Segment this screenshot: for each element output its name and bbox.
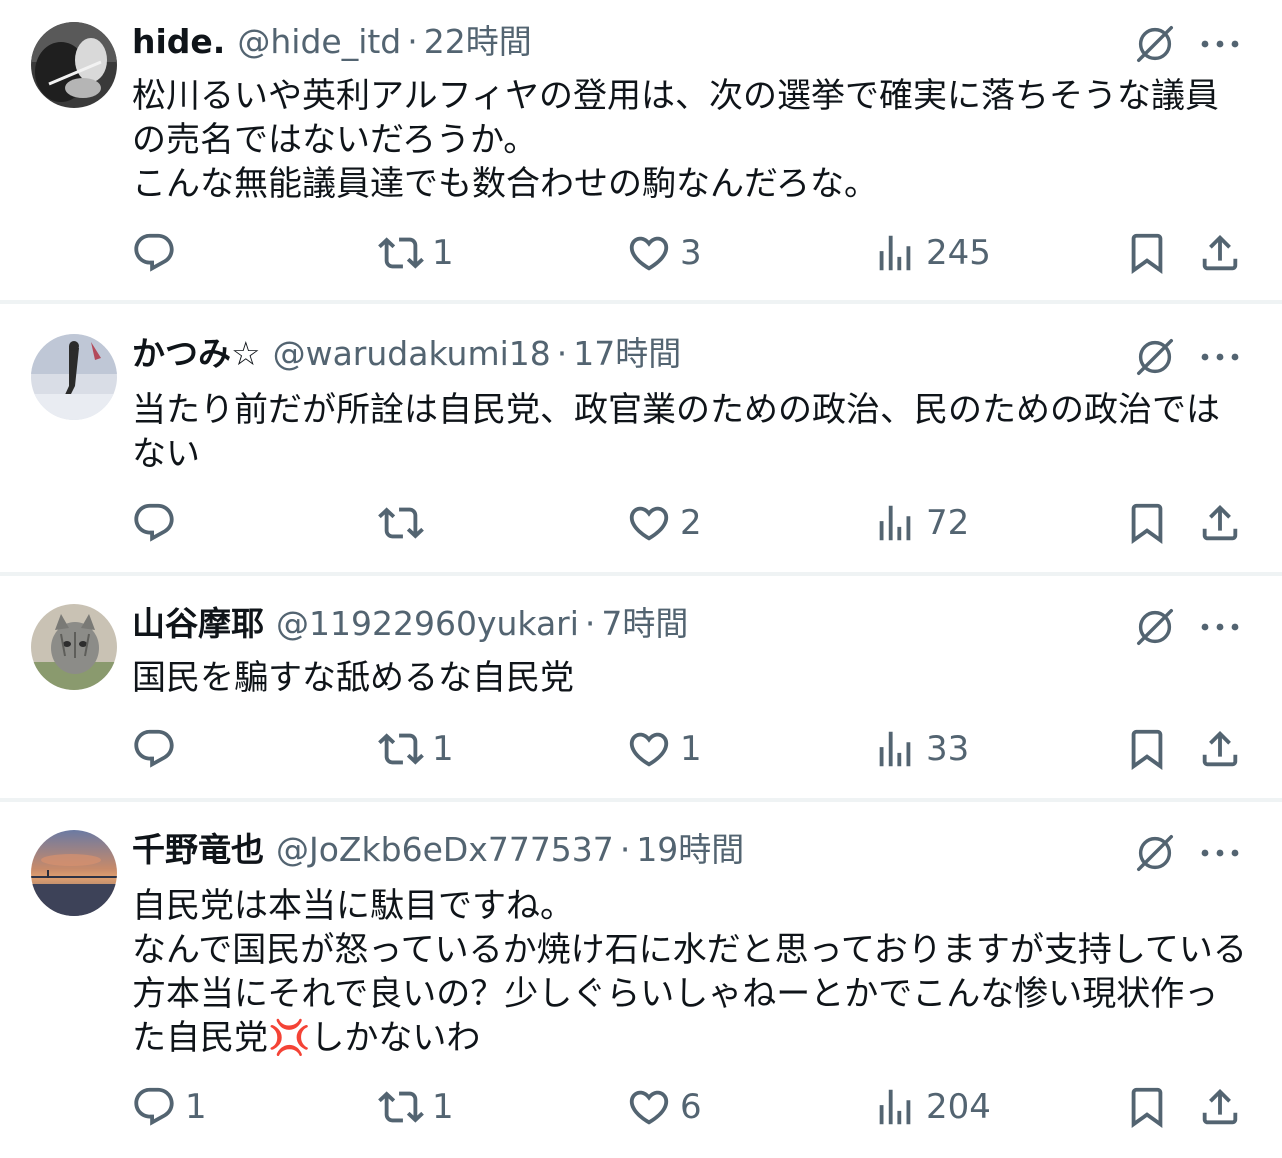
- user-handle[interactable]: @warudakumi18: [273, 332, 551, 376]
- views-icon: [872, 726, 918, 772]
- like-icon: [626, 230, 672, 276]
- retweet-button[interactable]: [378, 500, 432, 546]
- reply-feed: hide. @hide_itd · 22時間 松川るいや英利アルフィヤの登用は、…: [0, 0, 1282, 1158]
- retweet-icon: [378, 1084, 424, 1130]
- separator-dot: ·: [584, 604, 596, 643]
- like-button[interactable]: 3: [626, 230, 702, 276]
- tweet-1[interactable]: hide. @hide_itd · 22時間 松川るいや英利アルフィヤの登用は、…: [0, 0, 1282, 300]
- avatar[interactable]: [31, 334, 117, 420]
- retweet-icon: [378, 726, 424, 772]
- user-handle[interactable]: @hide_itd: [237, 20, 401, 64]
- avatar[interactable]: [31, 604, 117, 690]
- like-button[interactable]: 6: [626, 1084, 702, 1130]
- tweet-4[interactable]: 千野竜也 @JoZkb6eDx777537 · 19時間 自民党は本当に駄目です…: [0, 802, 1282, 1158]
- user-handle[interactable]: @JoZkb6eDx777537: [276, 828, 614, 872]
- timestamp[interactable]: 7時間: [601, 602, 688, 646]
- tweet-3[interactable]: 山谷摩耶 @11922960yukari · 7時間 国民を騙すな舐めるな自民党…: [0, 576, 1282, 798]
- separator-dot: ·: [407, 22, 418, 61]
- timestamp[interactable]: 17時間: [573, 332, 681, 376]
- views-icon: [872, 500, 918, 546]
- views-button[interactable]: 204: [872, 1084, 991, 1130]
- views-button[interactable]: 33: [872, 726, 969, 772]
- views-icon: [872, 230, 918, 276]
- views-button[interactable]: 245: [872, 230, 991, 276]
- share-icon[interactable]: [1197, 726, 1243, 772]
- like-button[interactable]: 2: [626, 500, 702, 546]
- like-icon: [626, 500, 672, 546]
- views-button[interactable]: 72: [872, 500, 969, 546]
- timestamp[interactable]: 19時間: [636, 828, 744, 872]
- like-count: 2: [680, 503, 702, 543]
- grok-icon[interactable]: [1132, 604, 1178, 650]
- display-name[interactable]: 千野竜也: [132, 828, 264, 872]
- avatar[interactable]: [31, 22, 117, 108]
- separator-dot: ·: [556, 334, 568, 373]
- tweet-text: 松川るいや英利アルフィヤの登用は、次の選挙で確実に落ちそうな議員の売名ではないだ…: [132, 76, 1219, 204]
- like-count: 3: [680, 233, 702, 273]
- display-name[interactable]: 山谷摩耶: [132, 602, 264, 646]
- reply-button[interactable]: 1: [131, 1084, 207, 1130]
- like-button[interactable]: 1: [626, 726, 702, 772]
- grok-icon[interactable]: [1132, 334, 1178, 380]
- tweet-header: かつみ☆ @warudakumi18 · 17時間: [132, 332, 681, 376]
- avatar[interactable]: [31, 830, 117, 916]
- retweet-count: 1: [432, 729, 454, 769]
- retweet-count: 1: [432, 1087, 454, 1127]
- retweet-button[interactable]: 1: [378, 726, 454, 772]
- user-handle[interactable]: @11922960yukari: [276, 602, 579, 646]
- tweet-header: hide. @hide_itd · 22時間: [132, 20, 532, 64]
- retweet-count: 1: [432, 233, 454, 273]
- tweet-2[interactable]: かつみ☆ @warudakumi18 · 17時間 当たり前だが所詮は自民党、政…: [0, 304, 1282, 572]
- share-icon[interactable]: [1197, 230, 1243, 276]
- like-icon: [626, 726, 672, 772]
- timestamp[interactable]: 22時間: [424, 20, 532, 64]
- share-icon[interactable]: [1197, 500, 1243, 546]
- reply-icon: [131, 1084, 177, 1130]
- tweet-header: 山谷摩耶 @11922960yukari · 7時間: [132, 602, 688, 646]
- like-icon: [626, 1084, 672, 1130]
- like-count: 6: [680, 1087, 702, 1127]
- reply-button[interactable]: [131, 500, 185, 546]
- tweet-text: 国民を騙すな舐めるな自民党: [132, 658, 574, 698]
- grok-icon[interactable]: [1132, 830, 1178, 876]
- display-name[interactable]: かつみ☆: [132, 332, 261, 376]
- reply-icon: [131, 230, 177, 276]
- views-icon: [872, 1084, 918, 1130]
- reply-button[interactable]: [131, 230, 185, 276]
- display-name[interactable]: hide.: [132, 20, 225, 64]
- retweet-icon: [378, 500, 424, 546]
- share-icon[interactable]: [1197, 1084, 1243, 1130]
- separator-dot: ·: [619, 830, 631, 869]
- like-count: 1: [680, 729, 702, 769]
- views-count: 204: [926, 1087, 991, 1127]
- bookmark-icon[interactable]: [1124, 230, 1170, 276]
- tweet-header: 千野竜也 @JoZkb6eDx777537 · 19時間: [132, 828, 744, 872]
- more-icon[interactable]: [1198, 843, 1242, 863]
- reply-icon: [131, 500, 177, 546]
- reply-button[interactable]: [131, 726, 185, 772]
- tweet-text: 自民党は本当に駄目ですね。 なんで国民が怒っているか焼け石に水だと思っております…: [132, 886, 1247, 1058]
- views-count: 33: [926, 729, 970, 769]
- views-count: 245: [926, 233, 991, 273]
- more-icon[interactable]: [1198, 34, 1242, 54]
- bookmark-icon[interactable]: [1124, 500, 1170, 546]
- views-count: 72: [926, 503, 970, 543]
- bookmark-icon[interactable]: [1124, 726, 1170, 772]
- retweet-button[interactable]: 1: [378, 1084, 454, 1130]
- reply-count: 1: [185, 1087, 207, 1127]
- grok-icon[interactable]: [1132, 21, 1178, 67]
- retweet-button[interactable]: 1: [378, 230, 454, 276]
- tweet-text: 当たり前だが所詮は自民党、政官業のための政治、民のための政治ではない: [132, 390, 1220, 474]
- bookmark-icon[interactable]: [1124, 1084, 1170, 1130]
- more-icon[interactable]: [1198, 347, 1242, 367]
- reply-icon: [131, 726, 177, 772]
- retweet-icon: [378, 230, 424, 276]
- more-icon[interactable]: [1198, 617, 1242, 637]
